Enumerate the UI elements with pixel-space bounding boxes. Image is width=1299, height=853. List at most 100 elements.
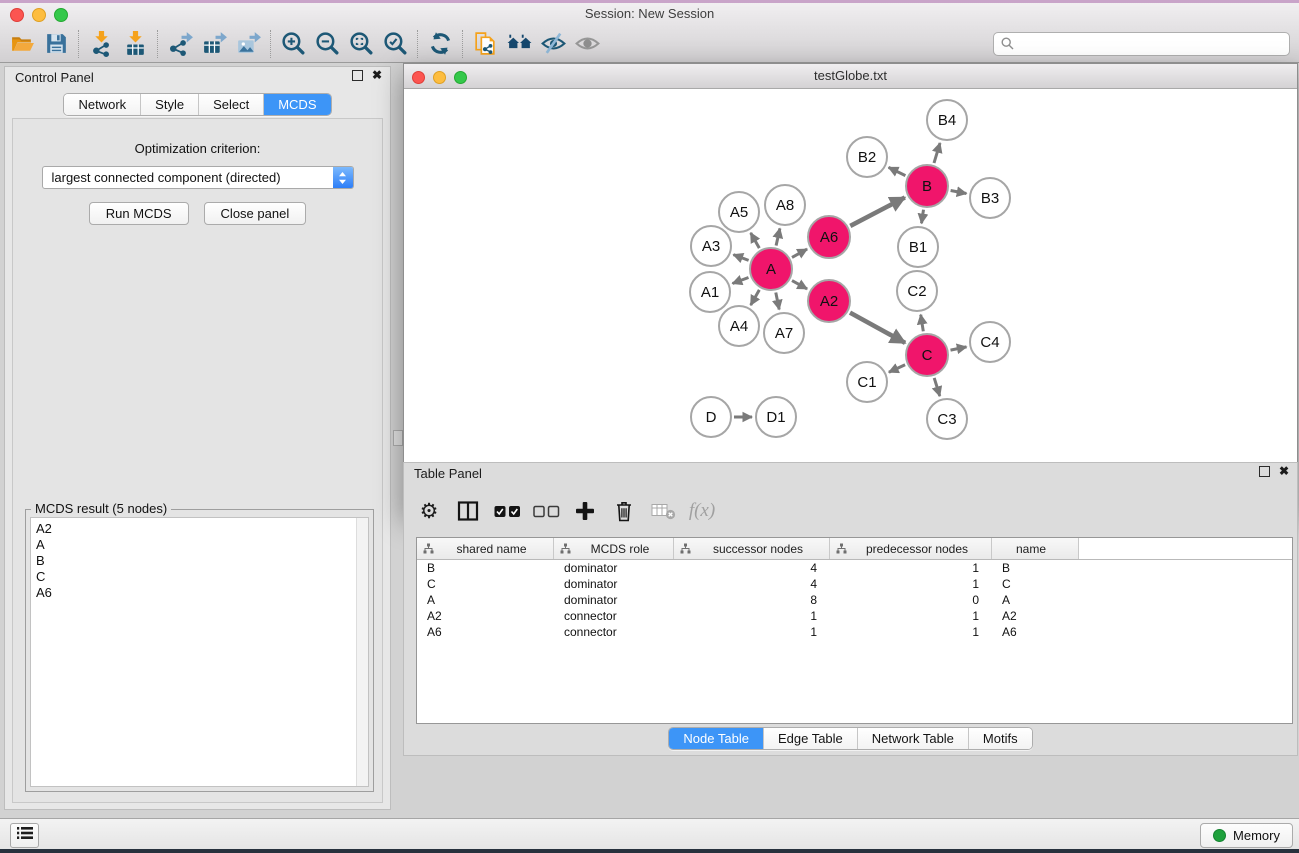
graph-node-A2[interactable]: A2 [808, 280, 850, 322]
graph-edge-B-B1[interactable] [922, 210, 924, 224]
table-row[interactable]: Cdominator41C [417, 576, 1292, 592]
table-cell[interactable]: 8 [674, 593, 830, 607]
mcds-result-item[interactable]: C [31, 569, 368, 585]
zoom-fit-button[interactable] [344, 28, 378, 60]
network-close-button[interactable] [412, 71, 425, 84]
vertical-splitter-handle[interactable] [393, 430, 403, 446]
add-column-button[interactable] [570, 493, 600, 529]
graph-node-B3[interactable]: B3 [970, 178, 1010, 218]
graph-node-A6[interactable]: A6 [808, 216, 850, 258]
save-session-button[interactable] [39, 28, 73, 60]
table-cell[interactable]: 0 [830, 593, 992, 607]
mcds-result-item[interactable]: A [31, 537, 368, 553]
run-mcds-button[interactable]: Run MCDS [89, 202, 189, 225]
graph-node-D[interactable]: D [691, 397, 731, 437]
table-cell[interactable]: A2 [417, 609, 554, 623]
graph-node-A1[interactable]: A1 [690, 272, 730, 312]
import-table-button[interactable] [118, 28, 152, 60]
graph-edge-A-A2[interactable] [792, 281, 807, 289]
table-cell[interactable]: A2 [992, 609, 1079, 623]
graph-edge-A-A3[interactable] [733, 255, 748, 261]
memory-button[interactable]: Memory [1200, 823, 1293, 848]
column-header-mcds-role[interactable]: MCDS role [554, 538, 674, 559]
zoom-out-button[interactable] [310, 28, 344, 60]
graph-edge-A-A8[interactable] [776, 228, 780, 245]
split-columns-button[interactable] [453, 493, 483, 529]
graph-edge-A-A7[interactable] [776, 293, 779, 310]
hide-graphics-details-button[interactable] [536, 28, 570, 60]
table-cell[interactable]: 1 [830, 561, 992, 575]
table-cell[interactable]: connector [554, 609, 674, 623]
table-cell[interactable]: dominator [554, 577, 674, 591]
table-cell[interactable]: 4 [674, 577, 830, 591]
graph-node-C3[interactable]: C3 [927, 399, 967, 439]
table-cell[interactable]: 1 [830, 625, 992, 639]
export-network-button[interactable] [163, 28, 197, 60]
new-network-from-file-button[interactable] [468, 28, 502, 60]
zoom-window-button[interactable] [54, 8, 68, 22]
graph-edge-A6-B[interactable] [850, 198, 905, 226]
table-cell[interactable]: C [417, 577, 554, 591]
graph-node-A5[interactable]: A5 [719, 192, 759, 232]
table-cell[interactable]: A [992, 593, 1079, 607]
tab-select[interactable]: Select [198, 94, 263, 115]
search-input[interactable] [993, 32, 1290, 56]
graph-edge-A-A5[interactable] [751, 233, 760, 248]
table-cell[interactable]: dominator [554, 593, 674, 607]
table-cell[interactable]: 4 [674, 561, 830, 575]
tab-style[interactable]: Style [140, 94, 198, 115]
graph-edge-A-A4[interactable] [751, 290, 760, 305]
graph-edge-C-C1[interactable] [889, 365, 905, 372]
network-minimize-button[interactable] [433, 71, 446, 84]
graph-edge-A-A6[interactable] [792, 249, 807, 257]
graph-node-B[interactable]: B [906, 165, 948, 207]
graph-edge-B-B2[interactable] [889, 167, 906, 175]
graph-node-B4[interactable]: B4 [927, 100, 967, 140]
close-panel-button[interactable]: Close panel [204, 202, 307, 225]
graph-node-A[interactable]: A [750, 248, 792, 290]
graph-edge-C-C4[interactable] [951, 347, 967, 350]
result-list-scrollbar[interactable] [356, 518, 368, 786]
column-header-shared-name[interactable]: shared name [417, 538, 554, 559]
graph-node-D1[interactable]: D1 [756, 397, 796, 437]
zoom-selected-button[interactable] [378, 28, 412, 60]
show-graphics-details-button[interactable] [570, 28, 604, 60]
graph-node-B1[interactable]: B1 [898, 227, 938, 267]
graph-edge-B-B4[interactable] [934, 143, 940, 163]
gear-button[interactable]: ⚙ [414, 493, 444, 529]
table-cell[interactable]: B [992, 561, 1079, 575]
table-tab-edge-table[interactable]: Edge Table [763, 728, 857, 749]
zoom-in-button[interactable] [276, 28, 310, 60]
close-window-button[interactable] [10, 8, 24, 22]
close-table-panel-icon[interactable]: ✖ [1279, 466, 1289, 477]
refresh-layout-button[interactable] [423, 28, 457, 60]
tab-network[interactable]: Network [64, 94, 140, 115]
minimize-window-button[interactable] [32, 8, 46, 22]
column-header-predecessor-nodes[interactable]: predecessor nodes [830, 538, 992, 559]
table-row[interactable]: Adominator80A [417, 592, 1292, 608]
table-cell[interactable]: A6 [992, 625, 1079, 639]
mcds-result-item[interactable]: A6 [31, 585, 368, 601]
network-canvas[interactable]: B4B2BB3A5A8A6A3AB1A1C2A2A4A7C4CC1C3DD1 [404, 89, 1297, 511]
graph-node-A8[interactable]: A8 [765, 185, 805, 225]
table-row[interactable]: A6connector11A6 [417, 624, 1292, 640]
network-overview-button[interactable] [502, 28, 536, 60]
graph-node-C4[interactable]: C4 [970, 322, 1010, 362]
close-panel-icon[interactable]: ✖ [372, 70, 382, 81]
graph-edge-C-C3[interactable] [934, 378, 940, 396]
table-row[interactable]: Bdominator41B [417, 560, 1292, 576]
graph-node-C2[interactable]: C2 [897, 271, 937, 311]
table-tab-node-table[interactable]: Node Table [669, 728, 763, 749]
table-cell[interactable]: dominator [554, 561, 674, 575]
graph-node-B2[interactable]: B2 [847, 137, 887, 177]
graph-node-A4[interactable]: A4 [719, 306, 759, 346]
criterion-dropdown[interactable]: largest connected component (directed) [42, 166, 354, 189]
graph-node-C[interactable]: C [906, 334, 948, 376]
mcds-result-list[interactable]: A2ABCA6 [30, 517, 369, 787]
graph-edge-A-A1[interactable] [733, 278, 749, 284]
graph-edge-A2-C[interactable] [850, 313, 905, 343]
column-header-successor-nodes[interactable]: successor nodes [674, 538, 830, 559]
table-cell[interactable]: 1 [674, 609, 830, 623]
table-cell[interactable]: A6 [417, 625, 554, 639]
column-header-name[interactable]: name [992, 538, 1079, 559]
